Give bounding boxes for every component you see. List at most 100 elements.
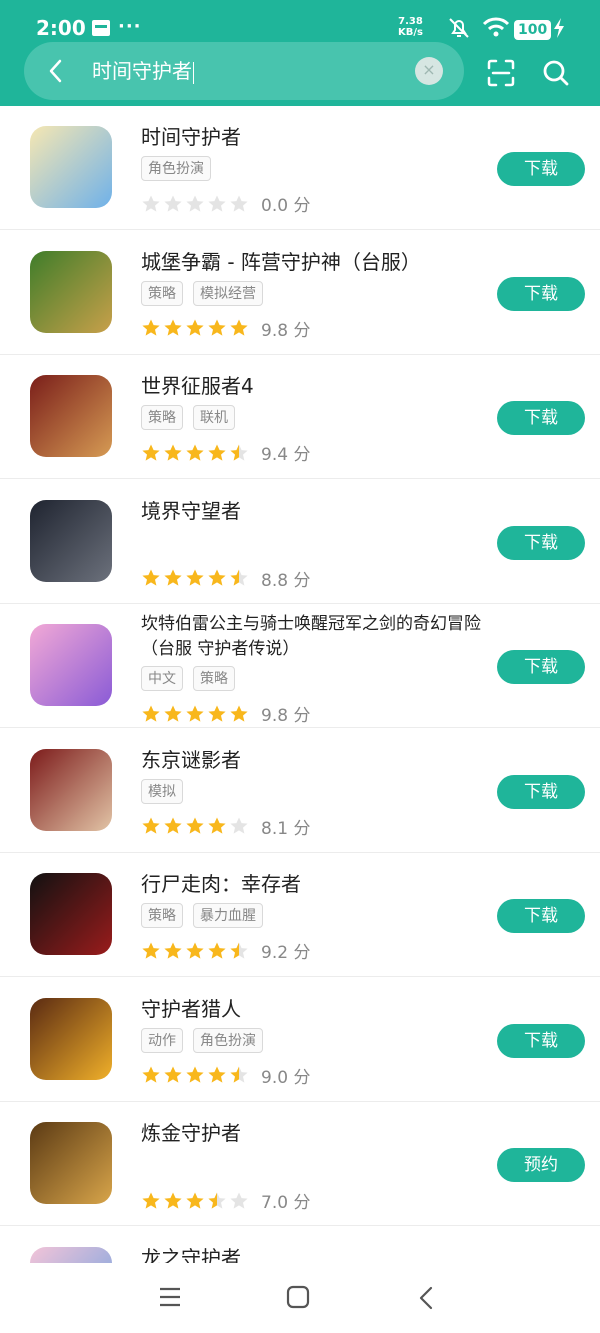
rating-star-icon <box>230 705 248 722</box>
rating: 7.0 分 <box>141 1188 310 1213</box>
app-icon[interactable] <box>30 126 112 208</box>
back-arrow-icon[interactable] <box>46 58 66 84</box>
list-item[interactable]: 龙之守护者 <box>0 1227 600 1264</box>
app-icon[interactable] <box>30 1246 112 1263</box>
rating-score-value: 9.2 <box>261 943 289 963</box>
list-item[interactable]: 炼金守护者 7.0 分 预约 <box>0 1102 600 1226</box>
rating-score-unit: 分 <box>293 445 311 465</box>
rating-score: 9.4 分 <box>261 440 310 465</box>
app-name[interactable]: 时间守护者 <box>141 122 486 152</box>
app-name[interactable]: 守护者猎人 <box>141 994 486 1024</box>
download-button[interactable]: 下载 <box>497 650 585 684</box>
status-bar: 2:00 ··· 7.38 KB/s 100 <box>0 0 600 40</box>
download-button[interactable]: 下载 <box>497 1023 585 1058</box>
search-icon[interactable] <box>541 58 571 88</box>
list-item[interactable]: 坎特伯雷公主与骑士唤醒冠军之剑的奇幻冒险（台服 守护者传说） 中文 策略 9.8 分 下… <box>0 604 600 728</box>
rating-star-icon <box>142 1066 160 1083</box>
download-button[interactable]: 下载 <box>497 152 585 186</box>
list-item[interactable]: 东京谜影者模拟 8.1 分 下载 <box>0 729 600 853</box>
app-name[interactable]: 龙之守护者 <box>141 1243 486 1264</box>
rating: 8.8 分 <box>141 566 310 591</box>
wifi-icon <box>482 17 510 37</box>
rating: 9.4 分 <box>141 440 310 465</box>
list-item[interactable]: 世界征服者4 策略 联机 9.4 分 下载 <box>0 355 600 479</box>
list-item[interactable]: 守护者猎人 动作 角色扮演 9.0 分 下载 <box>0 978 600 1102</box>
search-bar[interactable] <box>24 42 464 100</box>
rating-score-unit: 分 <box>293 320 311 341</box>
rating-score: 8.1 分 <box>261 814 310 839</box>
tag-list: 策略 联机 <box>141 405 235 430</box>
rating-score-unit: 分 <box>293 943 311 963</box>
search-results-list[interactable]: 时间守护者 角色扮演 0.0 分下载 城堡争霸 - 阵营守护神（台服） 策略 模拟经营 9.… <box>0 106 600 1263</box>
list-item[interactable]: 城堡争霸 - 阵营守护神（台服） 策略 模拟经营 9.8 分 下载 <box>0 231 600 355</box>
app-name[interactable]: 炼金守护者 <box>141 1118 486 1148</box>
download-button[interactable]: 下载 <box>497 899 585 933</box>
back-icon[interactable] <box>416 1285 436 1311</box>
category-tag: 角色扮演 <box>141 156 211 181</box>
tag-list: 模拟 <box>141 778 183 804</box>
scan-icon[interactable] <box>486 58 516 88</box>
rating-star-icon <box>142 1192 160 1209</box>
download-button[interactable]: 下载 <box>497 401 585 435</box>
app-icon[interactable] <box>30 375 112 457</box>
battery-level: 100 <box>514 20 552 40</box>
app-name[interactable]: 坎特伯雷公主与骑士唤醒冠军之剑的奇幻冒险（台服 守护者传说） <box>141 612 486 662</box>
download-button[interactable]: 下载 <box>497 276 585 311</box>
app-icon[interactable] <box>30 250 112 333</box>
rating-star-icon <box>142 942 160 959</box>
rating-star-icon <box>186 319 204 336</box>
category-tag: 联机 <box>193 405 235 430</box>
rating-star-icon <box>164 705 182 722</box>
app-icon[interactable] <box>30 624 112 706</box>
reserve-button[interactable]: 预约 <box>497 1148 585 1182</box>
network-speed: 7.38 KB/s <box>398 16 423 38</box>
app-name[interactable]: 东京谜影者 <box>141 745 486 775</box>
rating-star-icon <box>164 942 182 959</box>
rating-star-icon <box>186 817 204 834</box>
recent-apps-icon[interactable] <box>158 1285 182 1309</box>
home-icon[interactable] <box>286 1285 310 1309</box>
network-speed-unit: KB/s <box>398 27 423 38</box>
category-tag: 模拟经营 <box>193 280 263 306</box>
rating-star-icon <box>164 817 182 834</box>
app-icon[interactable] <box>30 499 112 582</box>
rating-star-icon <box>142 319 160 336</box>
rating: 9.8 分 <box>141 316 310 341</box>
rating-star-icon <box>208 319 226 336</box>
download-button[interactable]: 下载 <box>497 525 585 560</box>
app-icon[interactable] <box>30 748 112 831</box>
rating-star-icon <box>208 705 226 722</box>
rating-score-unit: 分 <box>293 1193 311 1213</box>
clear-search-button[interactable] <box>415 57 443 85</box>
rating-star-icon <box>208 444 226 461</box>
app-icon[interactable] <box>30 997 112 1080</box>
rating-score: 8.8 分 <box>261 566 310 591</box>
download-button[interactable]: 下载 <box>497 774 585 809</box>
app-name[interactable]: 行尸走肉：幸存者 <box>141 869 486 899</box>
list-item[interactable]: 时间守护者 角色扮演 0.0 分 下载 <box>0 106 600 230</box>
rating-star-icon <box>164 444 182 461</box>
rating-score-value: 9.0 <box>261 1067 289 1088</box>
rating-star-icon <box>164 569 182 586</box>
system-navigation-bar <box>0 1263 600 1333</box>
rating-star-icon <box>164 1066 182 1083</box>
rating: 9.2 分 <box>141 938 310 963</box>
rating-star-icon <box>186 1192 204 1209</box>
rating: 9.8 分 <box>141 701 310 726</box>
search-input[interactable]: 时间守护者 <box>92 58 194 84</box>
rating-star-icon <box>186 444 204 461</box>
list-item[interactable]: 行尸走肉：幸存者 策略 暴力血腥 9.2 分 下载 <box>0 853 600 977</box>
app-icon[interactable] <box>30 1122 112 1204</box>
rating-score-value: 9.8 <box>261 706 289 726</box>
app-name[interactable]: 世界征服者4 <box>141 371 486 401</box>
rating-star-icon <box>142 817 160 834</box>
mute-bell-icon <box>449 18 469 38</box>
app-name[interactable]: 境界守望者 <box>141 496 486 526</box>
list-item[interactable]: 境界守望者 8.8 分 下载 <box>0 480 600 604</box>
rating-star-icon <box>186 195 204 212</box>
app-name[interactable]: 城堡争霸 - 阵营守护神（台服） <box>141 247 486 277</box>
app-icon[interactable] <box>30 873 112 955</box>
category-tag: 策略 <box>141 405 183 430</box>
rating-score: 9.2 分 <box>261 938 310 963</box>
rating-star-icon <box>164 319 182 336</box>
